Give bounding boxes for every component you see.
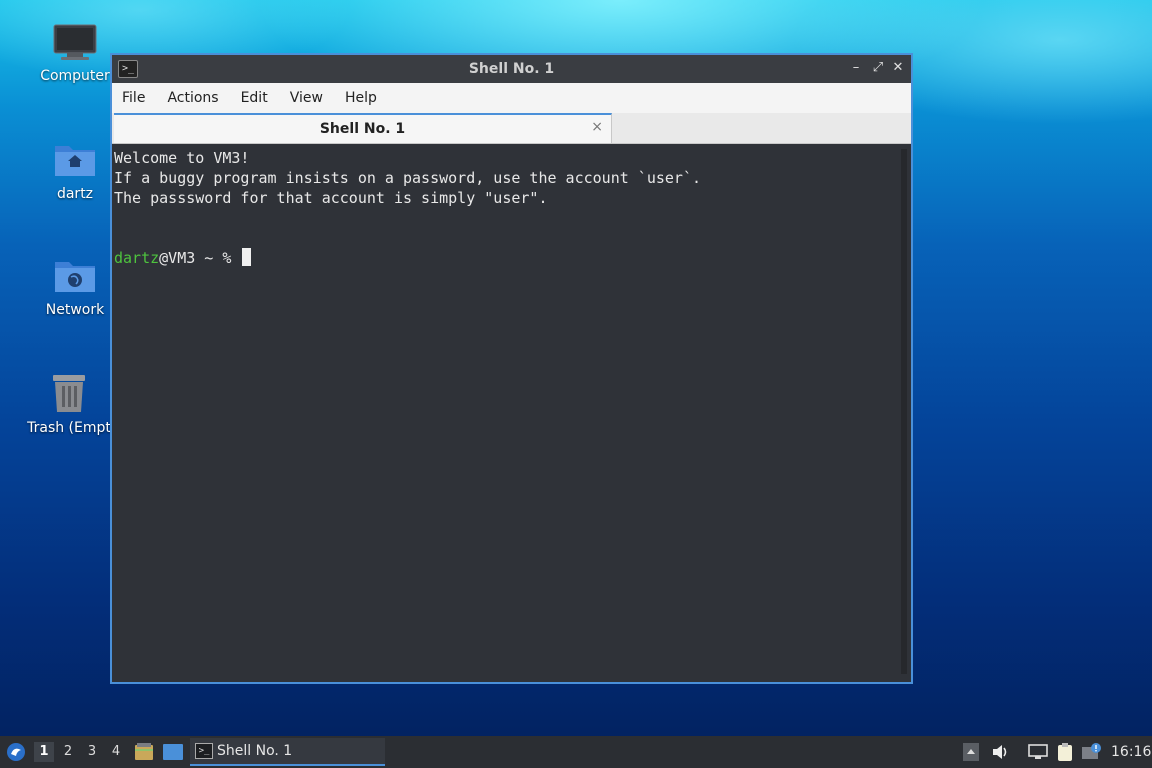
prompt-host: @VM3 ~ % — [159, 249, 241, 267]
clipboard-icon[interactable] — [1056, 743, 1074, 761]
desktop-icon-home[interactable]: dartz — [27, 140, 123, 202]
desktop-icon-label: Network — [45, 302, 105, 318]
prompt-user: dartz — [114, 249, 160, 267]
notification-icon[interactable] — [1082, 743, 1102, 761]
trash-icon — [53, 375, 85, 412]
desktop-icon-network[interactable]: Network — [27, 256, 123, 318]
terminal-line: If a buggy program insists on a password… — [114, 169, 701, 187]
menu-edit[interactable]: Edit — [241, 90, 268, 106]
desktop-icon-label: Trash (Empt — [27, 420, 111, 436]
network-icon[interactable] — [1028, 743, 1048, 761]
menu-actions[interactable]: Actions — [167, 90, 218, 106]
menubar: File Actions Edit View Help — [112, 83, 911, 113]
workspace-2[interactable]: 2 — [58, 742, 78, 762]
tab-close-icon[interactable]: × — [591, 119, 603, 135]
terminal-window[interactable]: >_ Shell No. 1 – ⤢ ✕ File Actions Edit V… — [110, 53, 913, 684]
tab-shell-1[interactable]: Shell No. 1 × — [114, 113, 612, 143]
menu-file[interactable]: File — [122, 90, 145, 106]
minimize-button[interactable]: – — [847, 59, 865, 77]
taskbar-task-shell[interactable]: >_ Shell No. 1 — [190, 738, 385, 766]
network-folder-icon — [55, 262, 95, 292]
terminal-output[interactable]: Welcome to VM3! If a buggy program insis… — [112, 144, 911, 682]
terminal-line: The passsword for that account is simply… — [114, 189, 548, 207]
desktop-icon-label: dartz — [56, 186, 94, 202]
maximize-button[interactable]: ⤢ — [869, 59, 887, 77]
show-desktop-icon[interactable] — [163, 744, 183, 760]
app-menu-icon[interactable] — [6, 742, 26, 762]
window-title: Shell No. 1 — [468, 61, 555, 77]
home-folder-icon — [55, 146, 95, 176]
tab-bar: Shell No. 1 × — [112, 113, 911, 144]
clock[interactable]: 16:16 — [1111, 736, 1151, 768]
menu-help[interactable]: Help — [345, 90, 377, 106]
task-label: Shell No. 1 — [217, 743, 293, 759]
desktop-icon-label: Computer — [40, 68, 110, 84]
menu-view[interactable]: View — [290, 90, 323, 106]
file-manager-icon[interactable] — [134, 743, 154, 761]
workspace-4[interactable]: 4 — [106, 742, 126, 762]
workspace-1[interactable]: 1 — [34, 742, 54, 762]
terminal-icon: >_ — [195, 743, 213, 759]
terminal-line: Welcome to VM3! — [114, 149, 250, 167]
terminal-prompt: dartz@VM3 ~ % — [114, 248, 909, 268]
window-titlebar[interactable]: >_ Shell No. 1 – ⤢ ✕ — [112, 55, 911, 83]
close-button[interactable]: ✕ — [889, 59, 907, 77]
taskbar: 1 2 3 4 >_ Shell No. 1 16:16 — [0, 736, 1152, 768]
workspace-3[interactable]: 3 — [82, 742, 102, 762]
terminal-scrollbar[interactable] — [901, 149, 907, 674]
tray-expand-icon[interactable] — [963, 743, 979, 761]
tab-label: Shell No. 1 — [319, 121, 406, 137]
volume-icon[interactable] — [991, 743, 1009, 761]
desktop-icon-computer[interactable]: Computer — [27, 22, 123, 84]
computer-icon — [53, 24, 97, 60]
desktop-icon-trash[interactable]: Trash (Empt — [21, 372, 117, 436]
terminal-cursor — [242, 248, 252, 266]
